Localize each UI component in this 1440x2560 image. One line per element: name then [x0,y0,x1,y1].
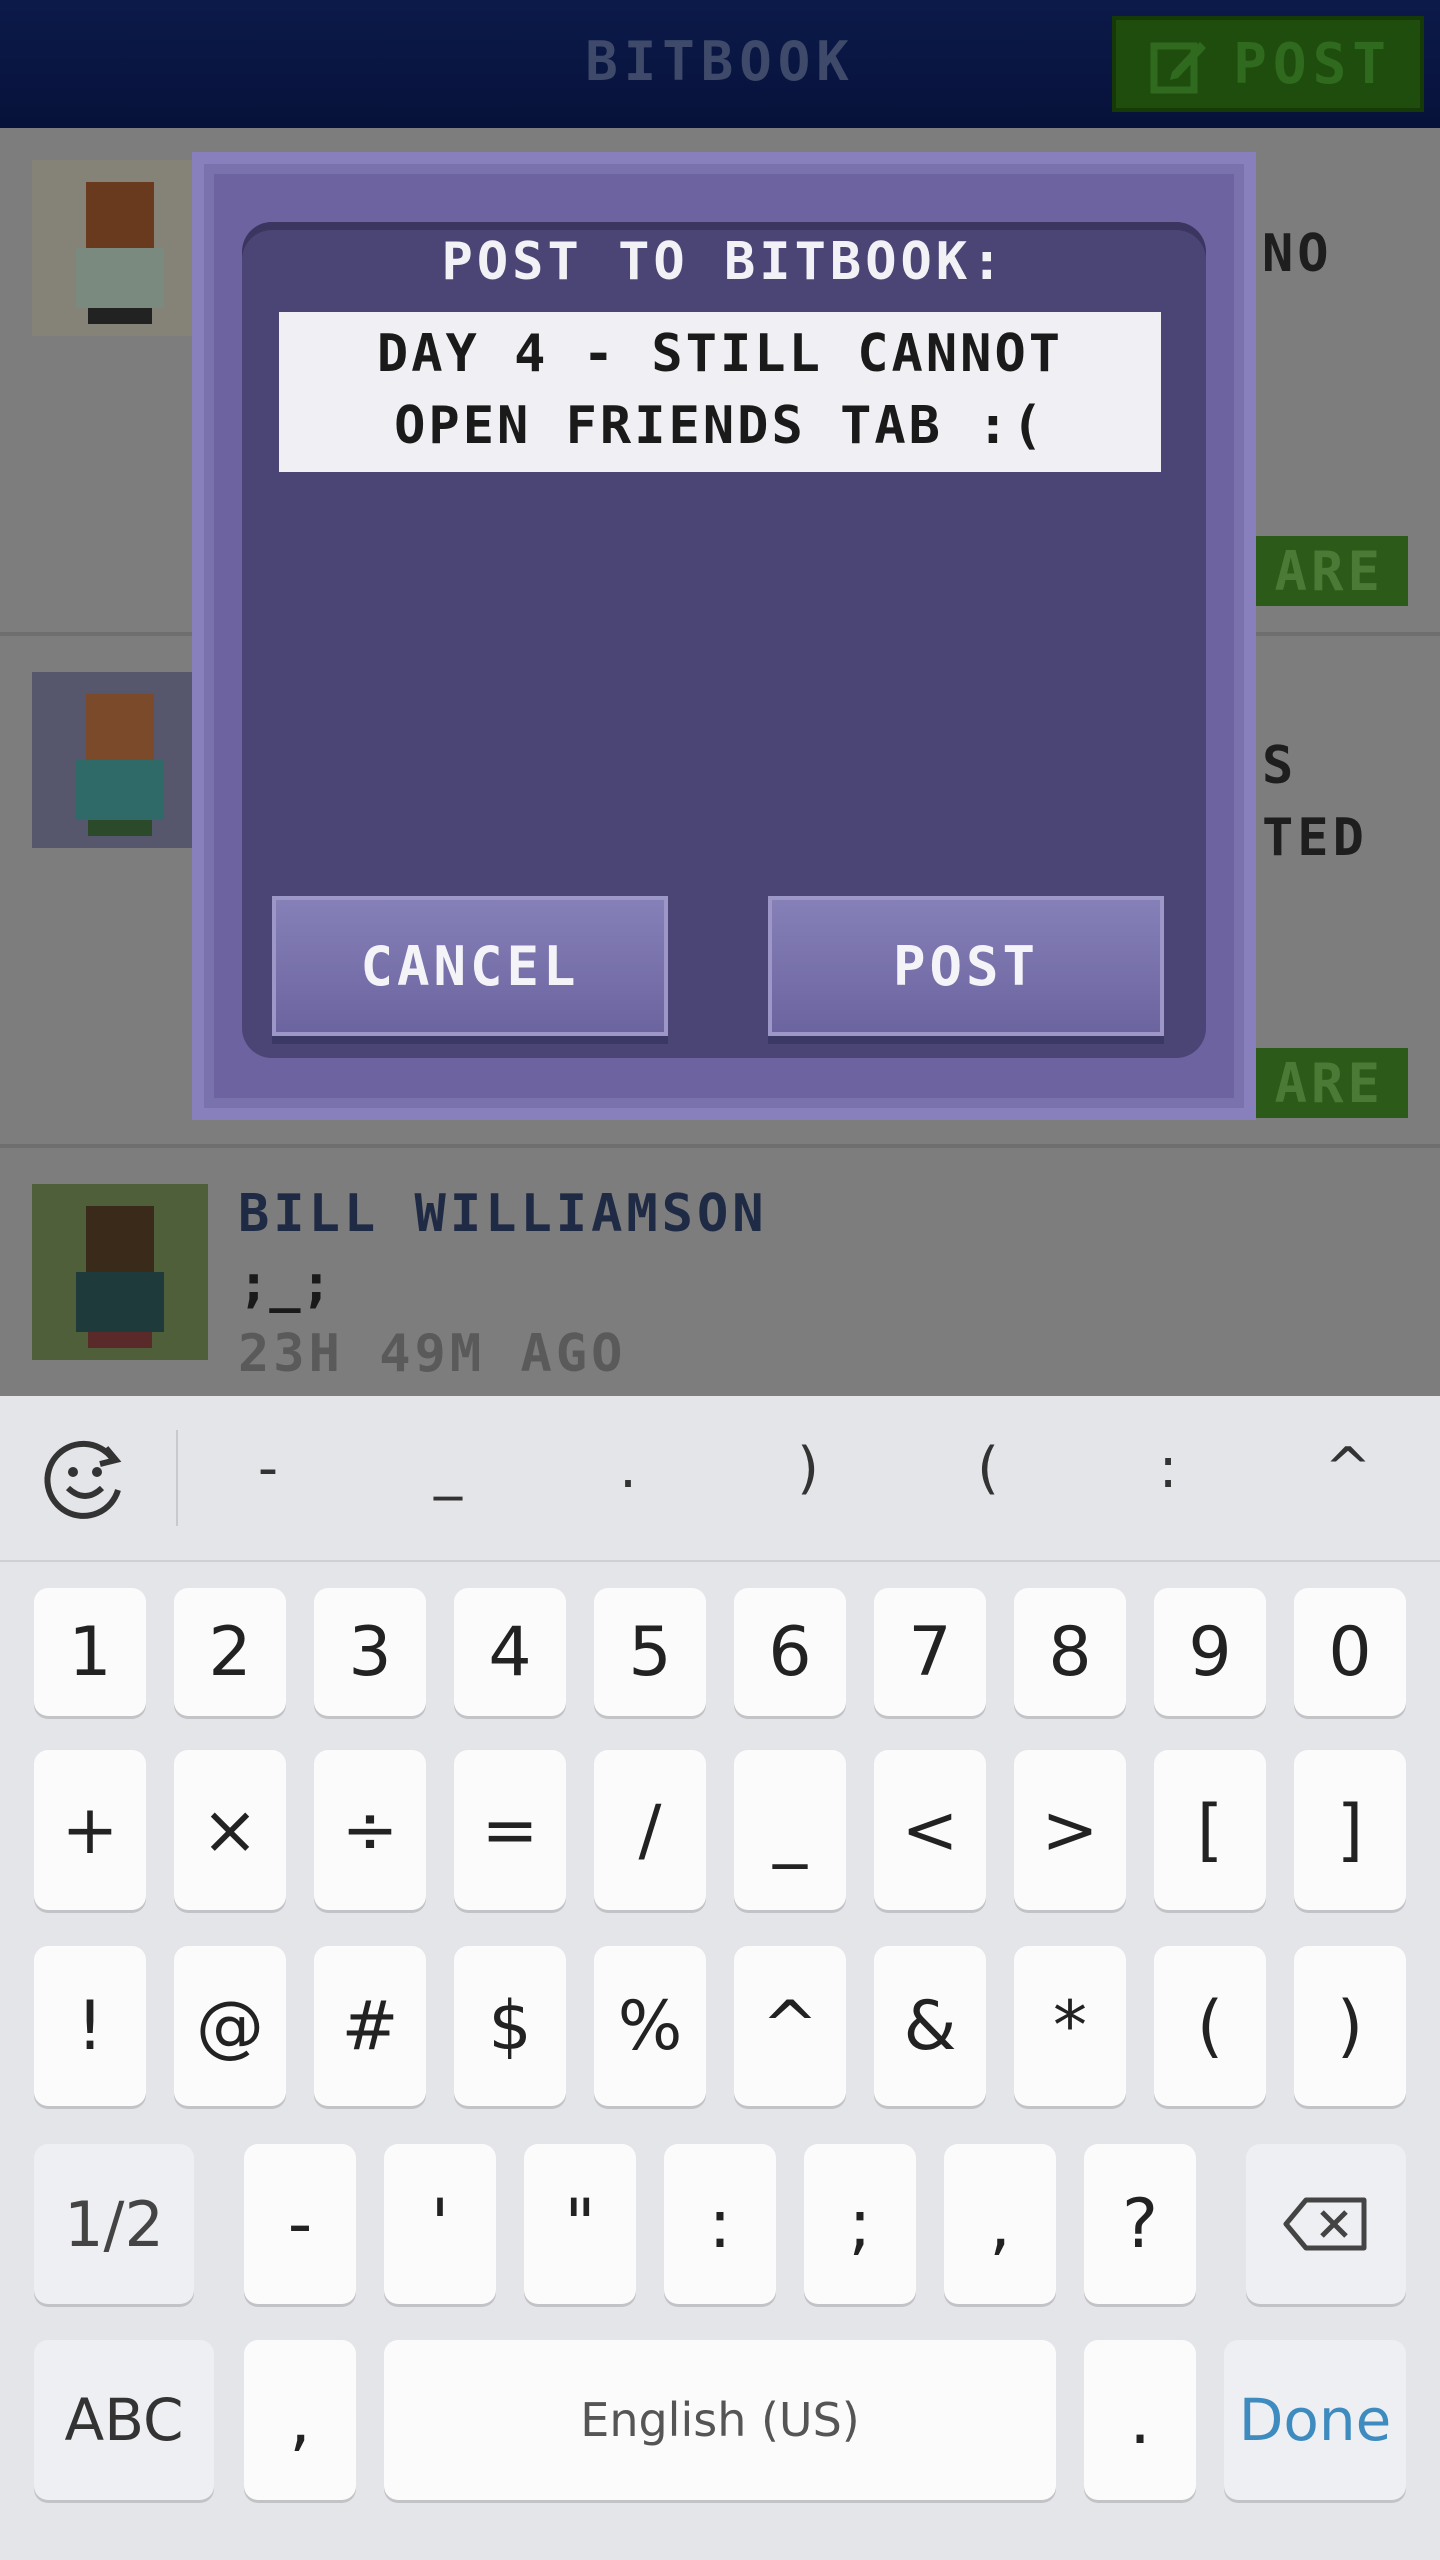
avatar [32,672,208,848]
key[interactable]: ? [1084,2144,1196,2304]
post-text-line: OPEN FRIENDS TAB :( [394,396,1046,456]
post-body: ;_; [238,1254,332,1314]
feed-item-text: S [1262,736,1298,796]
suggestion-key[interactable]: : [1108,1436,1228,1501]
header-post-button[interactable]: POST [1112,16,1424,112]
suggestion-key[interactable]: - [208,1436,328,1501]
key[interactable]: & [874,1946,986,2106]
emoji-icon[interactable] [40,1434,130,1524]
post-time: 23H 49M AGO [238,1324,627,1384]
suggestion-key[interactable]: _ [388,1436,508,1501]
key[interactable]: # [314,1946,426,2106]
key[interactable]: , [944,2144,1056,2304]
key[interactable]: ' [384,2144,496,2304]
key[interactable]: ^ [734,1946,846,2106]
avatar [32,160,208,336]
feed-item: BILL WILLIAMSON ;_; 23H 49M AGO [0,1148,1440,1396]
abc-key[interactable]: ABC [34,2340,214,2500]
suggestion-bar: - _ . ) ( : ^ [0,1396,1440,1562]
keyboard: - _ . ) ( : ^ 1 2 3 4 5 6 7 8 9 0 + × ÷ … [0,1396,1440,2560]
key[interactable]: [ [1154,1750,1266,1910]
compose-icon [1150,42,1206,94]
post-text-line: DAY 4 - STILL CANNOT [376,324,1064,384]
key[interactable]: ÷ [314,1750,426,1910]
key[interactable]: 5 [594,1588,706,1716]
key[interactable]: * [1014,1946,1126,2106]
key[interactable]: 8 [1014,1588,1126,1716]
dialog-title: POST TO BITBOOK: [441,232,1007,292]
key[interactable]: < [874,1750,986,1910]
key[interactable]: / [594,1750,706,1910]
divider [176,1430,178,1526]
space-key[interactable]: English (US) [384,2340,1056,2500]
feed-item-text: NO [1262,224,1333,284]
app-header: BITBOOK POST [0,0,1440,128]
post-button[interactable]: POST [768,896,1164,1036]
key[interactable]: 2 [174,1588,286,1716]
cancel-button[interactable]: CANCEL [272,896,668,1036]
done-key[interactable]: Done [1224,2340,1406,2500]
key[interactable]: - [244,2144,356,2304]
post-author: BILL WILLIAMSON [238,1184,768,1244]
suggestion-key[interactable]: . [568,1436,688,1501]
period-key[interactable]: . [1084,2340,1196,2500]
key[interactable]: ] [1294,1750,1406,1910]
key[interactable]: 3 [314,1588,426,1716]
post-text-input[interactable]: DAY 4 - STILL CANNOT OPEN FRIENDS TAB :( [279,312,1161,472]
header-post-label: POST [1233,31,1392,97]
key[interactable]: 9 [1154,1588,1266,1716]
key[interactable]: % [594,1946,706,2106]
key[interactable]: _ [734,1750,846,1910]
key[interactable]: 1 [34,1588,146,1716]
key[interactable]: ! [34,1946,146,2106]
key[interactable]: " [524,2144,636,2304]
key[interactable]: $ [454,1946,566,2106]
key[interactable]: 7 [874,1588,986,1716]
comma-key[interactable]: , [244,2340,356,2500]
suggestion-key[interactable]: ) [748,1436,868,1501]
key[interactable]: 6 [734,1588,846,1716]
key[interactable]: @ [174,1946,286,2106]
avatar [32,1184,208,1360]
suggestion-key[interactable]: ^ [1288,1436,1408,1501]
key[interactable]: : [664,2144,776,2304]
backspace-key[interactable] [1246,2144,1406,2304]
key[interactable]: 0 [1294,1588,1406,1716]
key[interactable]: ( [1154,1946,1266,2106]
suggestion-key[interactable]: ( [928,1436,1048,1501]
key[interactable]: + [34,1750,146,1910]
page-toggle-key[interactable]: 1/2 [34,2144,194,2304]
key[interactable]: ; [804,2144,916,2304]
key[interactable]: × [174,1750,286,1910]
key[interactable]: ) [1294,1946,1406,2106]
key[interactable]: 4 [454,1588,566,1716]
key[interactable]: = [454,1750,566,1910]
key[interactable]: > [1014,1750,1126,1910]
backspace-icon [1283,2197,1367,2251]
feed-item-text: TED [1262,808,1368,868]
